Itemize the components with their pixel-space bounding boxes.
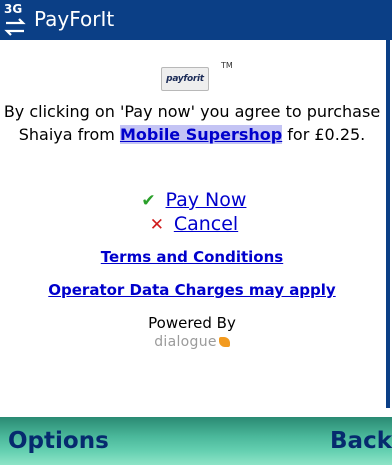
- back-softkey[interactable]: Back: [330, 428, 392, 454]
- payforit-logo: payforit TM: [161, 61, 233, 91]
- softkey-bar: Options Back: [0, 417, 392, 465]
- cancel-row[interactable]: ✕ Cancel: [0, 212, 384, 237]
- pay-now-row[interactable]: ✔ Pay Now: [0, 188, 384, 213]
- cross-icon: ✕: [149, 215, 164, 235]
- consent-text-after: for £0.25.: [282, 125, 366, 144]
- payment-content: payforit TM By clicking on 'Pay now' you…: [0, 40, 384, 408]
- terms-link[interactable]: Terms and Conditions: [0, 247, 384, 267]
- options-softkey[interactable]: Options: [8, 428, 109, 454]
- data-transfer-icon: [4, 18, 26, 36]
- operator-charges-link[interactable]: Operator Data Charges may apply: [0, 280, 384, 300]
- logo-text: payforit: [166, 74, 204, 84]
- network-indicator: 3G: [4, 3, 30, 37]
- app-title: PayForIt: [34, 7, 115, 31]
- scrollbar-track[interactable]: [386, 40, 390, 408]
- dialogue-brand-text: dialogue: [154, 334, 217, 350]
- powered-by-label: Powered By: [148, 314, 236, 332]
- checkmark-icon: ✔: [141, 191, 156, 211]
- payforit-logo-badge: payforit: [161, 67, 209, 91]
- network-type-label: 3G: [4, 2, 23, 16]
- scrollbar[interactable]: [384, 40, 392, 408]
- dialogue-logo: dialogue: [0, 334, 384, 350]
- trademark-mark: TM: [221, 61, 233, 70]
- pay-now-link[interactable]: Pay Now: [166, 189, 247, 211]
- cancel-link[interactable]: Cancel: [174, 213, 238, 235]
- consent-text: By clicking on 'Pay now' you agree to pu…: [0, 100, 384, 146]
- dialogue-leaf-icon: [218, 337, 230, 347]
- title-bar: 3G PayForIt: [0, 0, 392, 40]
- merchant-link[interactable]: Mobile Supershop: [119, 125, 283, 144]
